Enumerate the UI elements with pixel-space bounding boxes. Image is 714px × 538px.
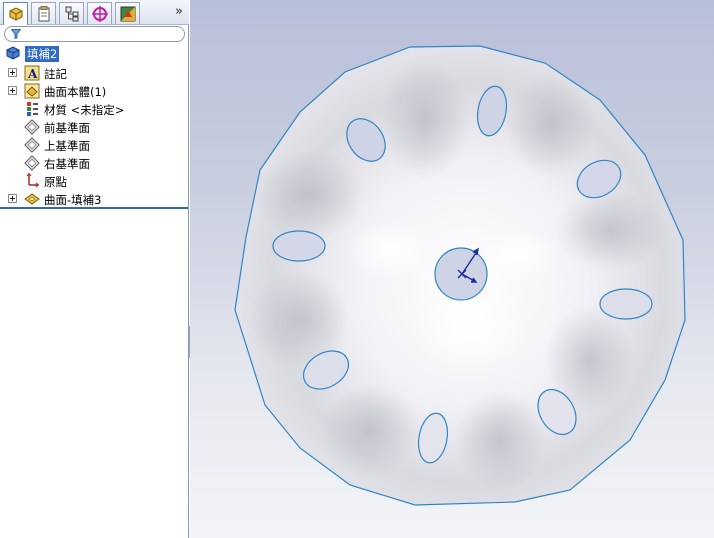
center-hole-edge[interactable] xyxy=(434,247,488,301)
tree-node-top-plane[interactable]: 上基準面 xyxy=(0,136,189,154)
hole-edge[interactable] xyxy=(599,288,653,320)
hole-edge[interactable] xyxy=(272,230,326,262)
feature-manager-panel: » 填補2 A 註記 曲面本體(1) 材質 <未指定> 前基準面 上基準面 右基… xyxy=(0,0,189,538)
tab-propertymanager[interactable] xyxy=(31,2,56,24)
filter-icon xyxy=(11,29,21,39)
tab-display-manager[interactable] xyxy=(115,2,140,24)
plane-icon xyxy=(24,155,40,171)
tree-node-surface-fill[interactable]: 曲面-填補3 xyxy=(0,190,189,208)
tab-featuremanager[interactable] xyxy=(3,2,28,25)
plane-icon xyxy=(24,119,40,135)
tree-item-label: 材質 <未指定> xyxy=(44,103,125,117)
tab-dimxpert[interactable] xyxy=(87,2,112,24)
tree-node-right-plane[interactable]: 右基準面 xyxy=(0,154,189,172)
annotations-icon: A xyxy=(24,65,40,81)
model-view xyxy=(234,45,686,506)
expand-toggle-icon[interactable] xyxy=(8,86,17,95)
surface-bodies-icon xyxy=(24,83,40,99)
more-tabs-chevron-icon[interactable]: » xyxy=(175,4,183,19)
manager-tab-bar: » xyxy=(0,0,189,25)
expand-toggle-icon[interactable] xyxy=(8,68,17,77)
tree-item-label: 曲面-填補3 xyxy=(44,193,102,207)
plane-icon xyxy=(24,137,40,153)
origin-icon xyxy=(24,172,40,189)
svg-text:A: A xyxy=(27,67,38,81)
graphics-area[interactable] xyxy=(190,0,714,538)
tree-node-material[interactable]: 材質 <未指定> xyxy=(0,100,189,118)
part-icon xyxy=(5,45,21,61)
tree-filter-input[interactable] xyxy=(4,26,185,42)
rollback-bar[interactable] xyxy=(0,207,188,209)
propertymanager-tab-icon xyxy=(38,5,49,21)
material-icon xyxy=(24,101,40,117)
tree-node-annotations[interactable]: A 註記 xyxy=(0,64,189,82)
tab-configurationmanager[interactable] xyxy=(59,2,84,24)
tree-node-root[interactable]: 填補2 xyxy=(0,44,189,63)
tree-item-label: 曲面本體(1) xyxy=(44,85,107,99)
tree-item-label: 上基準面 xyxy=(44,139,90,153)
featuremanager-tab-icon xyxy=(9,7,22,21)
expand-toggle-icon[interactable] xyxy=(8,194,17,203)
configurationmanager-tab-icon xyxy=(65,6,78,21)
surface-fill-icon xyxy=(24,191,40,207)
tree-item-label: 原點 xyxy=(44,175,67,189)
dimxpert-tab-icon xyxy=(91,5,108,22)
tree-item-label: 註記 xyxy=(44,67,67,81)
tree-node-surface-bodies[interactable]: 曲面本體(1) xyxy=(0,82,189,100)
tree-item-label: 右基準面 xyxy=(44,157,90,171)
tree-item-label: 前基準面 xyxy=(44,121,90,135)
display-manager-tab-icon xyxy=(120,6,135,21)
tree-node-origin[interactable]: 原點 xyxy=(0,172,189,190)
tree-node-front-plane[interactable]: 前基準面 xyxy=(0,118,189,136)
tree-root-label: 填補2 xyxy=(23,45,61,63)
